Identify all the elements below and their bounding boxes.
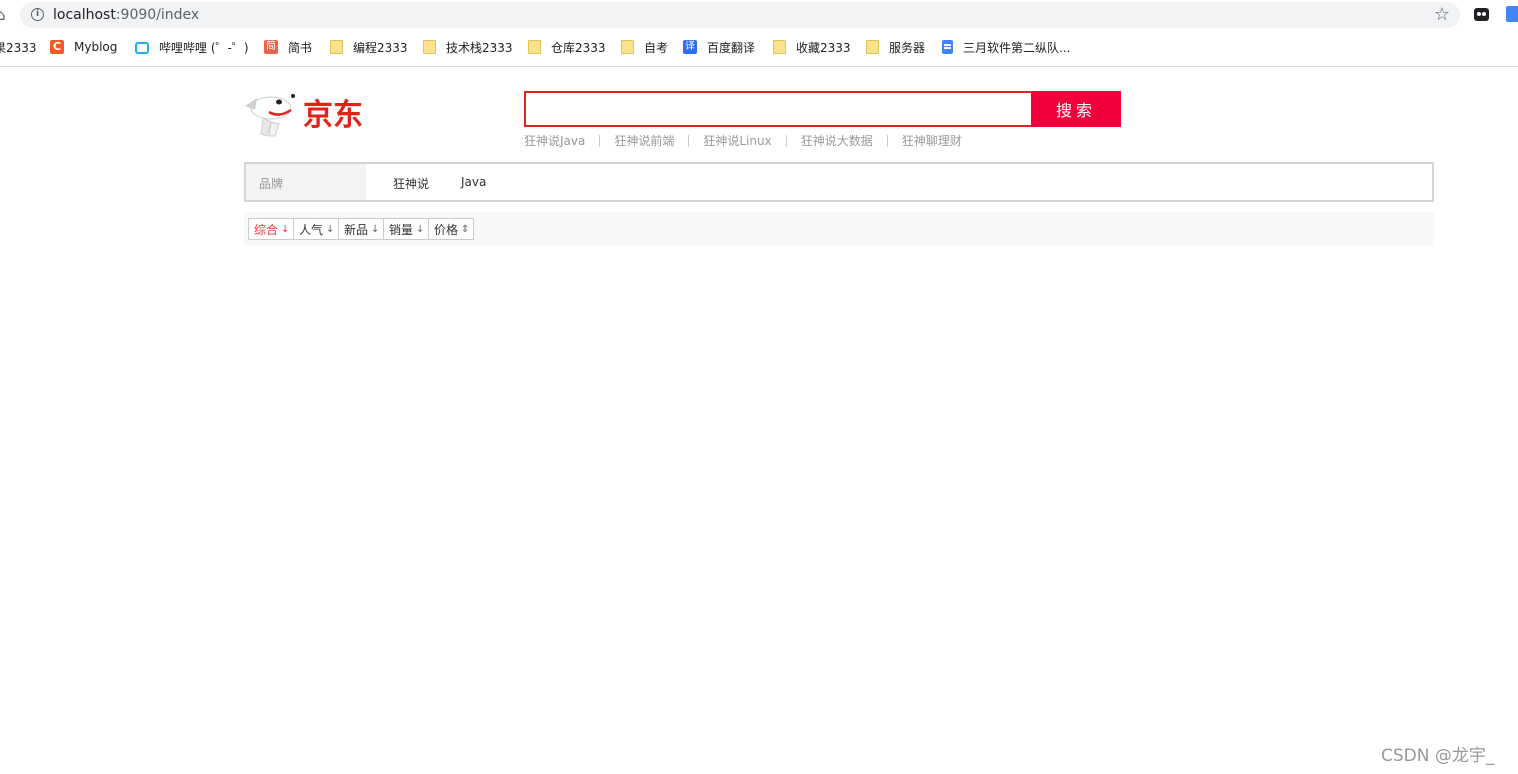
bookmark-item[interactable]: 技术栈2333 <box>423 36 513 58</box>
brand-option[interactable]: 狂神说 <box>393 175 429 192</box>
translate-icon: 译 <box>683 40 697 54</box>
hotword-link[interactable]: 狂神说前端 <box>614 134 674 148</box>
bookmark-label: Myblog <box>74 40 118 54</box>
divider <box>688 135 690 147</box>
bookmark-item[interactable]: 服务器 <box>866 36 925 58</box>
home-icon[interactable]: ⌂ <box>0 6 10 24</box>
document-icon <box>942 40 953 54</box>
jd-logo[interactable]: 京东 <box>243 92 383 138</box>
extension-icon[interactable] <box>1474 8 1489 21</box>
hotword-link[interactable]: 狂神聊理财 <box>902 134 962 148</box>
divider <box>599 135 601 147</box>
folder-icon <box>773 40 786 54</box>
bookmark-label: 三月软件第二纵队... <box>963 40 1071 55</box>
folder-icon <box>423 40 436 54</box>
logo-text: 京东 <box>303 98 363 133</box>
browser-chrome: ⌂ i localhost:9090/index ☆ 果2333 C Myblo… <box>0 0 1518 67</box>
arrow-down-icon: ↓ <box>326 223 335 235</box>
bookmark-label: 收藏2333 <box>796 40 851 55</box>
sort-label: 综合 <box>254 222 279 237</box>
arrow-down-icon: ↓ <box>281 223 290 235</box>
bookmark-label: 仓库2333 <box>551 40 606 55</box>
sort-both-icon: ⇕ <box>461 223 470 235</box>
sort-label: 人气 <box>299 222 324 237</box>
filter-key-cell: 品牌 <box>246 164 366 200</box>
brand-option[interactable]: Java <box>461 175 486 189</box>
bookmark-item[interactable]: 简 简书 <box>264 36 312 58</box>
bookmark-label: 哔哩哔哩 (゜-゜) <box>159 40 249 55</box>
bookmark-item[interactable]: 哔哩哔哩 (゜-゜) <box>135 36 249 58</box>
bookmark-label: 果2333 <box>0 40 37 55</box>
csdn-watermark: CSDN @龙宇_ <box>1381 746 1495 766</box>
sort-label: 价格 <box>434 222 459 237</box>
translate-extension-icon[interactable] <box>1506 6 1518 22</box>
bookmark-item[interactable]: 果2333 <box>0 36 37 58</box>
arrow-down-icon: ↓ <box>416 223 425 235</box>
sort-comprehensive[interactable]: 综合 ↓ <box>248 218 294 240</box>
info-icon[interactable]: i <box>31 8 44 21</box>
sort-sales[interactable]: 销量 ↓ <box>383 218 429 240</box>
sort-label: 新品 <box>344 222 369 237</box>
bookmark-item[interactable]: 收藏2333 <box>773 36 851 58</box>
sort-bar: 综合 ↓ 人气 ↓ 新品 ↓ 销量 ↓ 价格 ⇕ <box>244 212 1434 246</box>
sort-price[interactable]: 价格 ⇕ <box>428 218 474 240</box>
sort-label: 销量 <box>389 222 414 237</box>
brand-filter: 品牌 狂神说 Java <box>244 162 1434 202</box>
search-button[interactable]: 搜索 <box>1031 91 1121 127</box>
url-text[interactable]: localhost:9090/index <box>53 6 199 24</box>
filter-key-label: 品牌 <box>259 177 284 191</box>
bookmarks-bar: 果2333 C Myblog 哔哩哔哩 (゜-゜) 简 简书 编程2333 技术… <box>0 36 1518 58</box>
bookmark-label: 编程2333 <box>353 40 408 55</box>
hotword-link[interactable]: 狂神说Linux <box>703 134 771 148</box>
bookmark-item[interactable]: 自考 <box>621 36 668 58</box>
bookmark-star-icon[interactable]: ☆ <box>1434 5 1450 25</box>
folder-icon <box>866 40 879 54</box>
hotword-link[interactable]: 狂神说Java <box>524 134 585 148</box>
folder-icon <box>330 40 343 54</box>
search-box <box>524 91 1031 127</box>
divider <box>785 135 787 147</box>
bookmark-label: 技术栈2333 <box>446 40 513 55</box>
hotword-link[interactable]: 狂神说大数据 <box>801 134 873 148</box>
folder-icon <box>528 40 541 54</box>
bookmark-item[interactable]: 仓库2333 <box>528 36 606 58</box>
divider <box>886 135 888 147</box>
bookmark-label: 百度翻译 <box>707 40 756 55</box>
sort-new[interactable]: 新品 ↓ <box>338 218 384 240</box>
folder-icon <box>621 40 634 54</box>
bookmark-label: 服务器 <box>889 40 926 55</box>
bookmark-item[interactable]: 三月软件第二纵队... <box>942 36 1070 58</box>
search-input[interactable] <box>526 93 1031 125</box>
bookmark-item[interactable]: C Myblog <box>50 36 117 58</box>
sort-popularity[interactable]: 人气 ↓ <box>293 218 339 240</box>
bookmark-label: 自考 <box>644 40 669 55</box>
bookmark-item[interactable]: 编程2333 <box>330 36 408 58</box>
arrow-down-icon: ↓ <box>371 223 380 235</box>
hotwords-list: 狂神说Java 狂神说前端 狂神说Linux 狂神说大数据 狂神聊理财 <box>524 134 962 148</box>
bookmark-item[interactable]: 译 百度翻译 <box>683 36 755 58</box>
bilibili-icon <box>135 42 149 54</box>
csdn-icon: C <box>50 40 64 54</box>
address-bar[interactable]: i localhost:9090/index ☆ <box>20 2 1460 28</box>
jianshu-icon: 简 <box>264 40 278 54</box>
bookmark-label: 简书 <box>288 40 313 55</box>
